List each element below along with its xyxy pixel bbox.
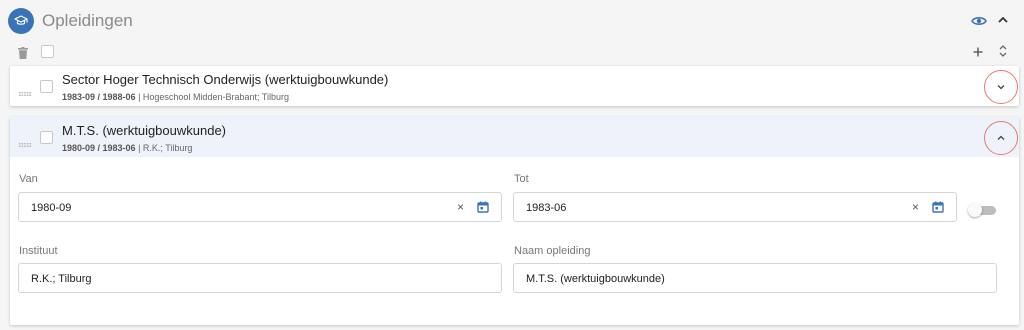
- clear-icon[interactable]: ×: [457, 200, 464, 214]
- tot-field[interactable]: 1983-06 ×: [513, 192, 957, 222]
- item-institute: R.K.; Tilburg: [142, 143, 193, 153]
- naam-opleiding-field[interactable]: M.T.S. (werktuigbouwkunde): [513, 263, 997, 293]
- clear-icon[interactable]: ×: [912, 200, 919, 214]
- van-label: Van: [19, 173, 38, 185]
- instituut-label: Instituut: [19, 245, 58, 257]
- item-subtitle: 1980-09 / 1983-06 | R.K.; Tilburg: [62, 143, 193, 153]
- naam-opleiding-value: M.T.S. (werktuigbouwkunde): [526, 273, 665, 285]
- drag-handle-icon[interactable]: [19, 83, 31, 96]
- calendar-icon[interactable]: [477, 201, 489, 213]
- item-subtitle: 1983-09 / 1988-06 | Hogeschool Midden-Br…: [62, 92, 289, 102]
- collapse-section-icon[interactable]: [996, 13, 1010, 27]
- item-dates: 1983-09 / 1988-06: [62, 92, 136, 102]
- item-institute: Hogeschool Midden-Brabant; Tilburg: [142, 92, 289, 102]
- select-all-checkbox[interactable]: [41, 45, 54, 58]
- current-toggle-switch[interactable]: [968, 203, 996, 217]
- item-checkbox[interactable]: [40, 131, 53, 144]
- add-icon[interactable]: [972, 45, 984, 57]
- section-title: Opleidingen: [42, 11, 133, 30]
- item-header[interactable]: M.T.S. (werktuigbouwkunde) 1980-09 / 198…: [10, 117, 1019, 157]
- item-title: M.T.S. (werktuigbouwkunde): [62, 123, 227, 138]
- tot-value: 1983-06: [526, 202, 567, 214]
- item-dates: 1980-09 / 1983-06: [62, 143, 136, 153]
- education-item: Sector Hoger Technisch Onderwijs (werktu…: [10, 66, 1019, 106]
- expand-button[interactable]: [984, 70, 1018, 104]
- collapse-button[interactable]: [984, 121, 1018, 155]
- item-header[interactable]: Sector Hoger Technisch Onderwijs (werktu…: [10, 66, 1019, 106]
- chevron-up-icon: [997, 135, 1005, 140]
- van-field[interactable]: 1980-09 ×: [18, 192, 502, 222]
- section-header: Opleidingen: [0, 0, 1024, 42]
- trash-icon[interactable]: [18, 46, 28, 59]
- tot-label: Tot: [514, 173, 529, 185]
- eye-icon[interactable]: [971, 13, 987, 29]
- chevron-down-icon: [997, 85, 1005, 90]
- item-title: Sector Hoger Technisch Onderwijs (werktu…: [62, 72, 389, 87]
- naam-opleiding-label: Naam opleiding: [514, 245, 591, 257]
- item-checkbox[interactable]: [40, 80, 53, 93]
- list-toolbar: [0, 42, 1024, 64]
- graduation-cap-icon: [8, 8, 34, 34]
- switch-knob: [968, 203, 982, 217]
- instituut-value: R.K.; Tilburg: [31, 273, 92, 285]
- instituut-field[interactable]: R.K.; Tilburg: [18, 263, 502, 293]
- sort-icon[interactable]: [998, 44, 1008, 58]
- drag-handle-icon[interactable]: [19, 134, 31, 147]
- van-value: 1980-09: [31, 202, 72, 214]
- calendar-icon[interactable]: [932, 201, 944, 213]
